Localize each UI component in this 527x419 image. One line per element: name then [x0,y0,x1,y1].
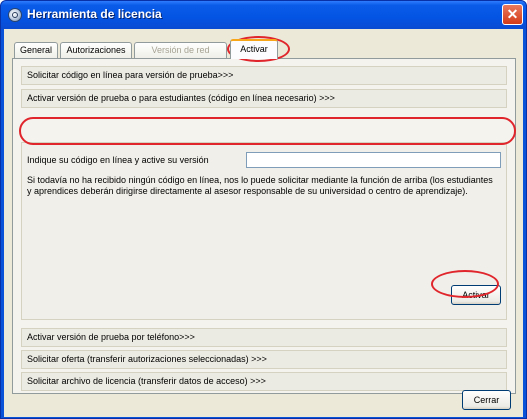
close-window-button[interactable]: ✕ [502,4,523,25]
tab-autorizaciones[interactable]: Autorizaciones [60,42,132,58]
activate-by-phone-button[interactable]: Activar versión de prueba por teléfono>>… [21,328,507,347]
app-icon [8,8,22,22]
dialog-client-area: General Autorizaciones Versión de red Ac… [4,29,523,417]
tab-panel-activar: Solicitar código en línea para versión d… [12,58,516,394]
tab-activar[interactable]: Activar [230,39,278,59]
license-tool-window: Herramienta de licencia ✕ General Autori… [0,0,527,419]
activate-button[interactable]: Activar [451,285,501,305]
activation-area: Indique su código en línea y active su v… [21,142,507,320]
online-code-input[interactable] [246,152,501,168]
request-license-file-button[interactable]: Solicitar archivo de licencia (transferi… [21,372,507,391]
activate-trial-students-button[interactable]: Activar versión de prueba o para estudia… [21,89,507,108]
request-trial-code-button[interactable]: Solicitar código en línea para versión d… [21,66,507,85]
tab-strip: General Autorizaciones Versión de red Ac… [4,29,523,59]
tab-general[interactable]: General [14,42,58,58]
tab-version-de-red: Versión de red [134,42,227,58]
info-text: Si todavía no ha recibido ningún código … [27,175,493,196]
close-button[interactable]: Cerrar [462,390,511,410]
code-label: Indique su código en línea y active su v… [27,155,209,165]
window-title: Herramienta de licencia [27,7,162,21]
title-bar[interactable]: Herramienta de licencia ✕ [1,1,526,29]
request-offer-button[interactable]: Solicitar oferta (transferir autorizacio… [21,350,507,369]
